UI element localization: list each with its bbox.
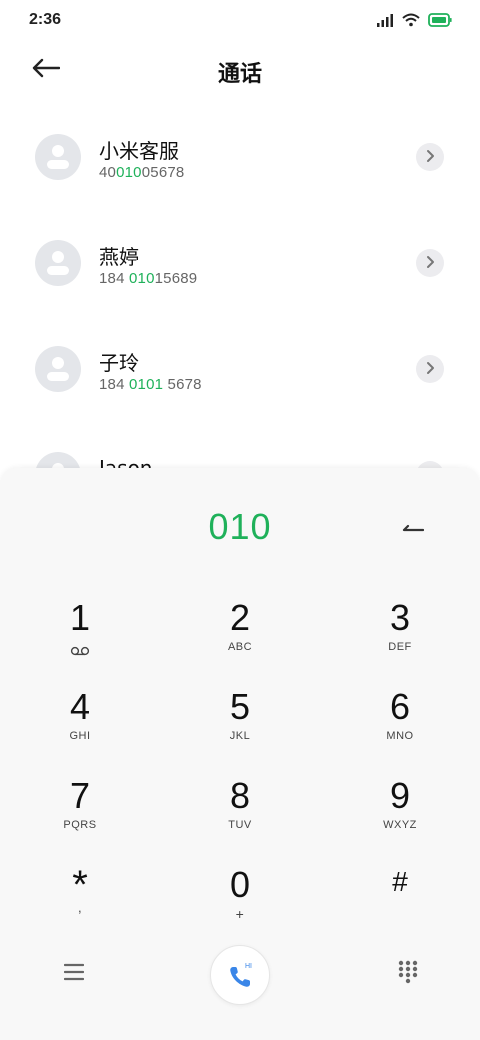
status-icons <box>376 12 452 30</box>
key-3[interactable]: 3 DEF <box>340 598 460 678</box>
key-star[interactable]: * , <box>20 865 140 945</box>
key-digit: 7 <box>69 775 91 816</box>
key-8[interactable]: 8 TUV <box>180 776 300 856</box>
voicemail-icon <box>20 641 140 660</box>
page-title: 通话 <box>217 62 262 87</box>
key-letters: PQRS <box>63 819 97 831</box>
key-digit: 0 <box>229 864 251 905</box>
key-letters: , <box>77 900 83 915</box>
key-7[interactable]: 7 PQRS <box>20 776 140 856</box>
avatar-body-icon <box>47 372 69 381</box>
contact-number: 4001005678 <box>99 164 184 181</box>
contact-number: 184 0101 5678 <box>99 376 202 393</box>
contact-name: 燕婷 <box>99 245 139 269</box>
key-4[interactable]: 4 GHI <box>20 687 140 767</box>
call-badge: HI <box>245 963 252 970</box>
avatar-head-icon <box>52 145 64 157</box>
key-digit: 9 <box>389 775 411 816</box>
key-letters: JKL <box>229 730 251 742</box>
keypad-icon <box>398 960 418 988</box>
key-digit: # <box>392 866 408 897</box>
status-bar: 2:36 <box>0 0 480 42</box>
contact-detail-button[interactable] <box>416 249 444 277</box>
wifi-icon <box>402 12 420 31</box>
menu-icon <box>63 963 85 985</box>
key-digit: 1 <box>69 597 91 638</box>
backspace-icon <box>400 517 425 536</box>
key-5[interactable]: 5 JKL <box>180 687 300 767</box>
dialpad: 010 1 2 ABC 3 DEF 4 GHI 5 JKL 6 MNO 7 PQ… <box>0 468 480 1040</box>
number-suffix: 05678 <box>141 164 185 181</box>
key-hash[interactable]: # <box>340 865 460 945</box>
number-suffix: 5678 <box>163 376 202 393</box>
key-digit: * <box>72 863 88 907</box>
status-time: 2:36 <box>29 11 62 28</box>
key-digit: 5 <box>229 686 251 727</box>
avatar <box>35 240 81 286</box>
chevron-right-icon <box>425 360 435 379</box>
contact-number: 184 01015689 <box>99 270 197 287</box>
key-0[interactable]: 0 + <box>180 865 300 945</box>
delete-button[interactable] <box>396 514 428 538</box>
key-9[interactable]: 9 WXYZ <box>340 776 460 856</box>
avatar-head-icon <box>52 357 64 369</box>
key-letters: + <box>235 906 245 922</box>
chevron-right-icon <box>425 148 435 167</box>
contact-detail-button[interactable] <box>416 355 444 383</box>
number-match: 0101 <box>129 376 164 393</box>
key-letters: WXYZ <box>383 819 417 831</box>
signal-icon <box>376 12 394 31</box>
key-2[interactable]: 2 ABC <box>180 598 300 678</box>
contact-detail-button[interactable] <box>416 143 444 171</box>
chevron-right-icon <box>425 254 435 273</box>
battery-icon <box>428 12 452 31</box>
keypad-toggle-button[interactable] <box>392 958 424 990</box>
avatar-head-icon <box>52 251 64 263</box>
avatar-body-icon <box>47 160 69 169</box>
contact-row[interactable]: 子玲 184 0101 5678 <box>0 312 480 418</box>
key-digit: 2 <box>229 597 251 638</box>
key-digit: 8 <box>229 775 251 816</box>
key-6[interactable]: 6 MNO <box>340 687 460 767</box>
key-letters: ABC <box>227 641 253 653</box>
key-digit: 6 <box>389 686 411 727</box>
contact-row[interactable]: 小米客服 4001005678 <box>0 100 480 206</box>
key-1[interactable]: 1 <box>20 598 140 678</box>
number-suffix: 15689 <box>154 270 198 287</box>
avatar <box>35 346 81 392</box>
key-letters: GHI <box>69 730 91 742</box>
number-prefix: 184 <box>99 376 129 393</box>
header: 通话 <box>0 42 480 100</box>
key-letters: TUV <box>228 819 252 831</box>
key-digit: 4 <box>69 686 91 727</box>
key-digit: 3 <box>389 597 411 638</box>
contact-name: 小米客服 <box>99 139 179 163</box>
number-prefix: 40 <box>99 164 117 181</box>
number-match: 010 <box>129 270 155 287</box>
contact-name: 子玲 <box>99 351 139 375</box>
contact-row[interactable]: 燕婷 184 01015689 <box>0 206 480 312</box>
call-button[interactable]: HI <box>210 945 270 1005</box>
menu-button[interactable] <box>58 958 90 990</box>
avatar-body-icon <box>47 266 69 275</box>
avatar <box>35 134 81 180</box>
key-letters: DEF <box>388 641 412 653</box>
number-match: 010 <box>116 164 142 181</box>
number-prefix: 184 <box>99 270 129 287</box>
key-letters: MNO <box>386 730 414 742</box>
